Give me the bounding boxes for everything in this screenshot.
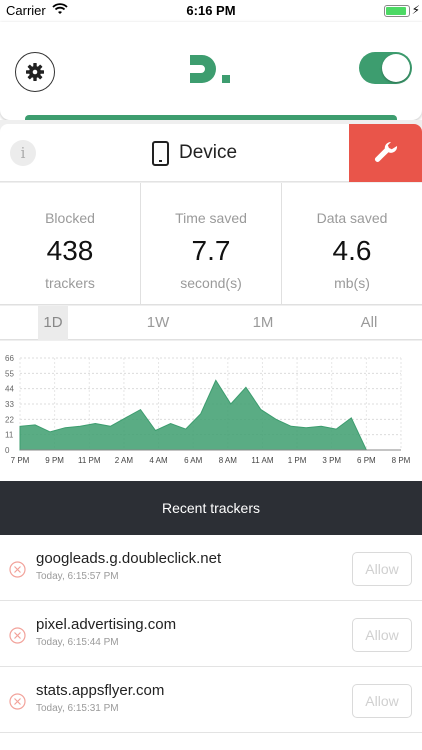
device-bar: i Device <box>0 124 422 182</box>
x-tick-label: 11 AM <box>251 456 273 465</box>
wrench-icon <box>374 141 397 162</box>
app-header <box>0 22 422 120</box>
x-tick-label: 8 PM <box>392 456 411 465</box>
clock: 6:16 PM <box>186 3 236 18</box>
y-tick-label: 22 <box>5 415 14 424</box>
tracker-time: Today, 6:15:31 PM <box>36 703 119 714</box>
tab-1d[interactable]: 1D <box>38 306 68 340</box>
x-tick-label: 1 PM <box>288 456 307 465</box>
range-selector: 1D 1W 1M All <box>0 306 422 340</box>
x-tick-label: 2 AM <box>115 456 134 465</box>
tracker-area-chart: 0 11 22 33 44 55 66 7 PM 9 PM 11 PM 2 AM 4 AM 6 AM 8 … <box>5 354 411 465</box>
x-tick-label: 6 PM <box>357 456 376 465</box>
info-button[interactable]: i <box>10 140 36 166</box>
tracker-row: pixel.advertising.com Today, 6:15:44 PM … <box>0 601 422 667</box>
stat-unit: mb(s) <box>334 275 370 291</box>
charging-icon: ⚡ <box>411 3 420 17</box>
y-tick-label: 66 <box>5 354 14 363</box>
allow-button[interactable]: Allow <box>352 552 412 586</box>
tools-button[interactable] <box>349 124 422 182</box>
stat-unit: trackers <box>45 275 95 291</box>
stat-unit: second(s) <box>180 275 242 291</box>
y-tick-label: 33 <box>5 400 14 409</box>
tab-1m[interactable]: 1M <box>243 306 283 340</box>
stat-caption: Blocked <box>45 210 95 226</box>
tracker-time: Today, 6:15:57 PM <box>36 571 119 582</box>
device-label: Device <box>179 142 238 163</box>
x-tick-label: 3 PM <box>322 456 341 465</box>
battery-icon <box>384 5 410 17</box>
stat-caption: Time saved <box>175 210 247 226</box>
phone-icon <box>152 140 169 166</box>
y-tick-label: 44 <box>5 385 14 394</box>
tab-all[interactable]: All <box>349 306 389 340</box>
stat-value: 4.6 <box>332 235 372 266</box>
stat-value: 438 <box>46 235 94 266</box>
status-bar: Carrier 6:16 PM ⚡ <box>0 0 422 22</box>
y-tick-label: 0 <box>5 446 10 455</box>
protection-toggle[interactable] <box>359 52 412 84</box>
recent-trackers-header: Recent trackers <box>0 481 422 535</box>
tracker-domain: pixel.advertising.com <box>36 616 177 633</box>
stat-data-saved: Data saved 4.6 mb(s) <box>282 183 422 304</box>
gear-icon <box>26 63 44 81</box>
y-tick-label: 11 <box>5 431 14 440</box>
tracker-chart: 0 11 22 33 44 55 66 7 PM 9 PM 11 PM 2 AM 4 AM 6 AM 8 … <box>0 341 422 481</box>
x-tick-label: 6 AM <box>184 456 203 465</box>
allow-button[interactable]: Allow <box>352 618 412 652</box>
tab-1w[interactable]: 1W <box>138 306 178 340</box>
x-tick-label: 4 AM <box>149 456 168 465</box>
tracker-list: googleads.g.doubleclick.net Today, 6:15:… <box>0 535 422 750</box>
tracker-domain: stats.appsflyer.com <box>36 682 165 699</box>
blocked-icon <box>9 693 26 710</box>
device-title: Device <box>152 140 237 166</box>
blocked-icon <box>9 561 26 578</box>
allow-button[interactable]: Allow <box>352 684 412 718</box>
x-tick-label: 8 AM <box>219 456 238 465</box>
tracker-domain: googleads.g.doubleclick.net <box>36 550 222 567</box>
stat-value: 7.7 <box>191 235 231 266</box>
tracker-row: googleads.g.doubleclick.net Today, 6:15:… <box>0 535 422 601</box>
x-tick-label: 7 PM <box>11 456 30 465</box>
x-tick-label: 9 PM <box>45 456 64 465</box>
stats-panel: Blocked 438 trackers Time saved 7.7 seco… <box>0 183 422 305</box>
blocked-icon <box>9 627 26 644</box>
y-tick-label: 55 <box>5 369 14 378</box>
settings-button[interactable] <box>15 52 55 92</box>
stat-caption: Data saved <box>316 210 388 226</box>
tracker-time: Today, 6:15:44 PM <box>36 637 119 648</box>
tracker-row: stats.appsflyer.com Today, 6:15:31 PM Al… <box>0 667 422 733</box>
x-tick-label: 11 PM <box>78 456 101 465</box>
disconnect-logo-icon <box>190 55 230 83</box>
stat-time-saved: Time saved 7.7 second(s) <box>141 183 282 304</box>
stat-blocked: Blocked 438 trackers <box>0 183 141 304</box>
